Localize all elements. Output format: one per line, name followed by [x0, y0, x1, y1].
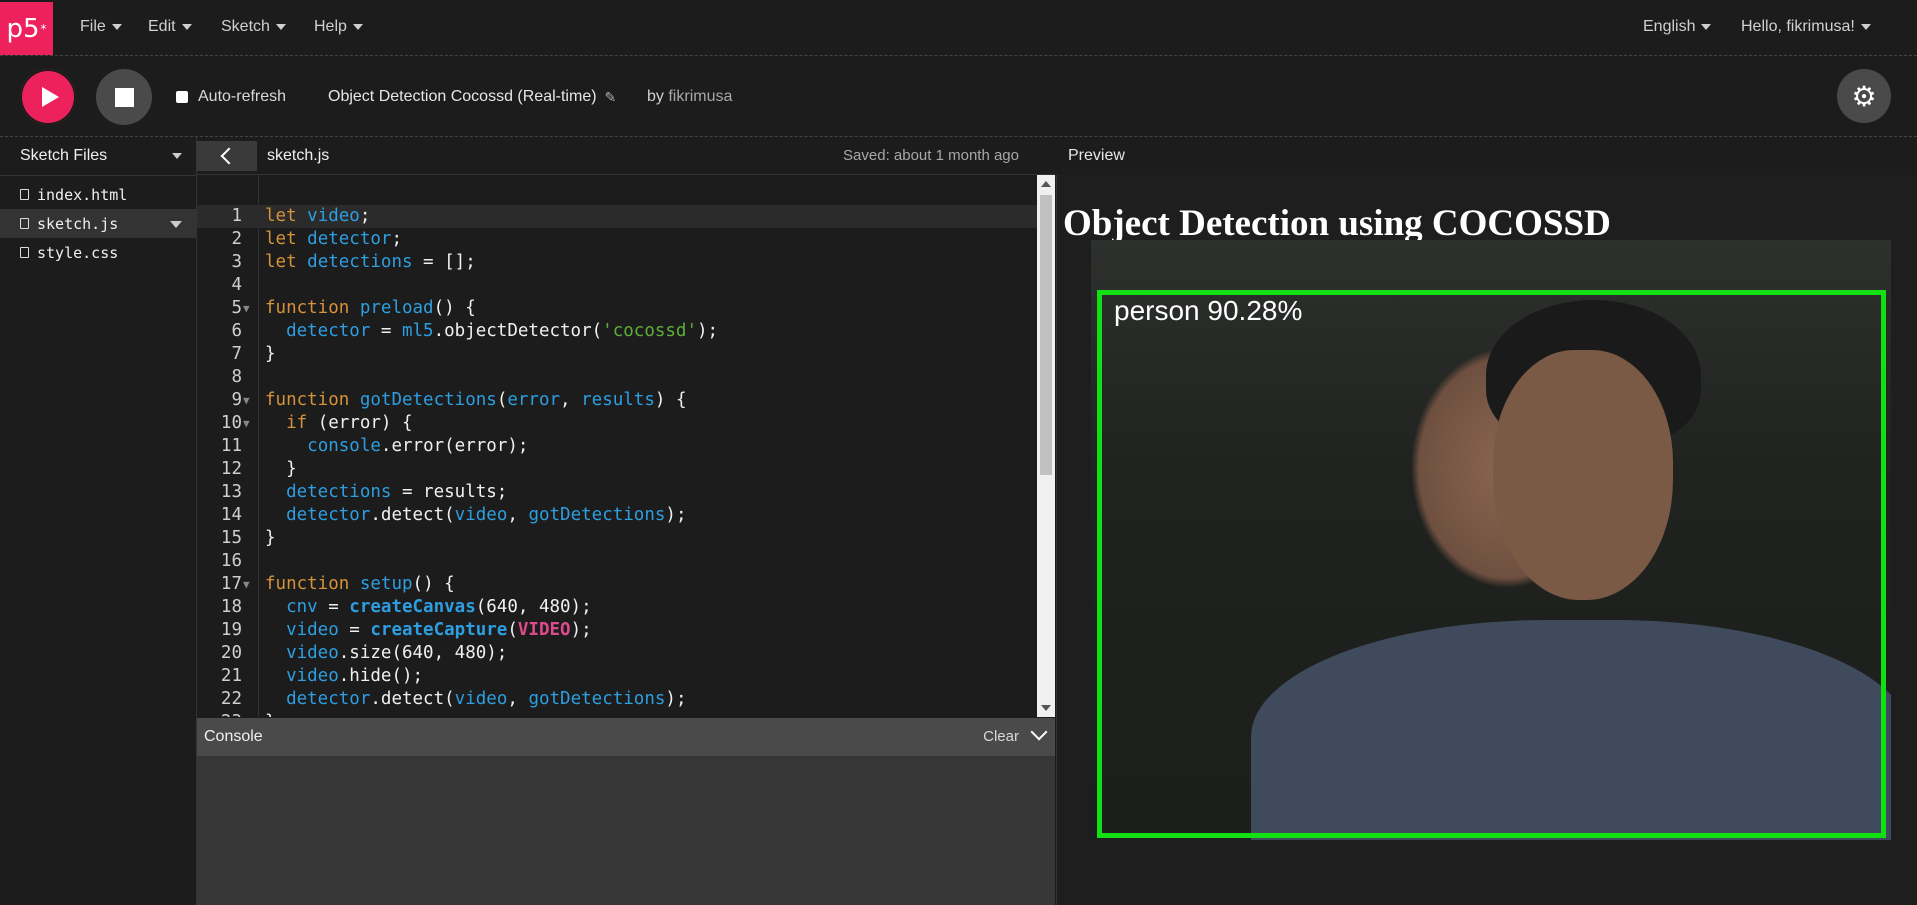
- code-line[interactable]: 5 ▼ function preload() {: [197, 297, 1037, 320]
- chevron-down-icon: [1701, 24, 1712, 30]
- auto-refresh-checkbox[interactable]: [176, 91, 188, 103]
- chevron-down-icon: [352, 24, 363, 30]
- top-nav: p5 * File Edit Sketch Help English Hello,…: [0, 0, 1917, 56]
- sketch-files-sidebar: Sketch Files index.html sketch.js style.…: [0, 137, 197, 905]
- chevron-down-icon: [111, 24, 122, 30]
- menu-file[interactable]: File: [80, 18, 122, 36]
- editor-scrollbar[interactable]: [1037, 175, 1055, 717]
- menu-help[interactable]: Help: [314, 18, 363, 36]
- by-label: by: [647, 88, 664, 105]
- author-link[interactable]: fikrimusa: [668, 88, 732, 105]
- console-clear-button[interactable]: Clear: [983, 728, 1019, 745]
- user-menu[interactable]: Hello, fikrimusa!: [1741, 18, 1871, 36]
- sketch-title[interactable]: Object Detection Cocossd (Real-time) ✎: [328, 88, 616, 106]
- code-line[interactable]: 22 detector.detect(video, gotDetections)…: [197, 688, 1037, 711]
- code-line[interactable]: 10 ▼ if (error) {: [197, 412, 1037, 435]
- preview-pane: Object Detection using COCOSSD person 90…: [1056, 175, 1917, 905]
- saved-status: Saved: about 1 month ago: [843, 147, 1019, 164]
- code-editor[interactable]: 1 let video; 2 let detector; 3 let detectio…: [197, 175, 1055, 717]
- file-icon: [20, 218, 29, 229]
- chevron-down-icon[interactable]: [172, 153, 182, 159]
- sketch-heading: Object Detection using COCOSSD: [1063, 203, 1611, 240]
- chevron-down-icon[interactable]: [1030, 723, 1048, 741]
- code-line[interactable]: 1 let video;: [197, 205, 1037, 228]
- code-line[interactable]: 2 let detector;: [197, 228, 1037, 251]
- preview-header: Preview: [1056, 137, 1917, 175]
- preview-title-label: Preview: [1068, 147, 1125, 164]
- play-icon: [42, 87, 59, 107]
- detection-label: person 90.28%: [1114, 295, 1303, 326]
- code-line[interactable]: 11 console.error(error);: [197, 435, 1037, 458]
- code-line[interactable]: 7}: [197, 343, 1037, 366]
- scroll-down-icon[interactable]: [1041, 705, 1051, 711]
- play-button[interactable]: [20, 69, 76, 125]
- code-line[interactable]: 23}: [197, 711, 1037, 717]
- sidebar-title: Sketch Files: [20, 147, 108, 164]
- chevron-left-icon: [220, 147, 238, 164]
- code-line[interactable]: 17 ▼ function setup() {: [197, 573, 1037, 596]
- sketch-title-text: Object Detection Cocossd (Real-time): [328, 88, 597, 105]
- code-line[interactable]: 15}: [197, 527, 1037, 550]
- sidebar-header[interactable]: Sketch Files: [0, 137, 196, 176]
- file-item-index-html[interactable]: index.html: [0, 180, 196, 209]
- settings-button[interactable]: ⚙: [1837, 69, 1891, 123]
- collapse-sidebar-button[interactable]: [197, 140, 257, 171]
- sketch-author: by fikrimusa: [647, 88, 732, 106]
- code-line[interactable]: 4: [197, 274, 1037, 297]
- file-item-style-css[interactable]: style.css: [0, 238, 196, 267]
- editor-file-name: sketch.js: [267, 146, 330, 164]
- menu-edit[interactable]: Edit: [148, 18, 192, 36]
- p5-logo[interactable]: p5 *: [0, 2, 53, 55]
- auto-refresh-toggle[interactable]: Auto-refresh: [176, 88, 286, 106]
- toolbar: Auto-refresh Object Detection Cocossd (R…: [0, 56, 1917, 137]
- file-icon: [20, 189, 29, 200]
- chevron-down-icon: [1860, 24, 1871, 30]
- code-line[interactable]: 18 cnv = createCanvas(640, 480);: [197, 596, 1037, 619]
- chevron-down-icon: [181, 24, 192, 30]
- file-name: index.html: [37, 185, 128, 204]
- file-name: sketch.js: [37, 214, 119, 233]
- code-line[interactable]: 19 video = createCapture(VIDEO);: [197, 619, 1037, 642]
- file-item-sketch-js[interactable]: sketch.js: [0, 209, 196, 238]
- scroll-thumb[interactable]: [1040, 195, 1052, 475]
- console-title: Console: [204, 728, 263, 745]
- code-line[interactable]: 6 detector = ml5.objectDetector('cocossd…: [197, 320, 1037, 343]
- file-name: style.css: [37, 243, 119, 262]
- menu-sketch[interactable]: Sketch: [221, 18, 286, 36]
- scroll-up-icon[interactable]: [1041, 181, 1051, 187]
- code-line[interactable]: 12 }: [197, 458, 1037, 481]
- file-options-icon[interactable]: [170, 221, 182, 228]
- stop-icon: [114, 87, 134, 107]
- language-menu[interactable]: English: [1643, 18, 1712, 36]
- editor-header: sketch.js Saved: about 1 month ago: [197, 137, 1055, 175]
- code-line[interactable]: 13 detections = results;: [197, 481, 1037, 504]
- auto-refresh-label: Auto-refresh: [198, 88, 287, 105]
- code-line[interactable]: 9 ▼ function gotDetections(error, results)…: [197, 389, 1037, 412]
- stop-button[interactable]: [96, 69, 152, 125]
- code-line[interactable]: 21 video.hide();: [197, 665, 1037, 688]
- console-header: Console Clear: [197, 718, 1055, 756]
- gear-icon: ⚙: [1851, 80, 1877, 112]
- code-line[interactable]: 16: [197, 550, 1037, 573]
- file-icon: [20, 247, 29, 258]
- code-line[interactable]: 14 detector.detect(video, gotDetections)…: [197, 504, 1037, 527]
- video-canvas[interactable]: person 90.28%: [1091, 240, 1891, 840]
- code-line[interactable]: 20 video.size(640, 480);: [197, 642, 1037, 665]
- chevron-down-icon: [275, 24, 286, 30]
- code-line[interactable]: 3 let detections = [];: [197, 251, 1037, 274]
- detection-bounding-box: person 90.28%: [1097, 290, 1886, 838]
- console-panel: Console Clear: [197, 718, 1055, 905]
- code-line[interactable]: 8: [197, 366, 1037, 389]
- pencil-icon[interactable]: ✎: [605, 89, 617, 106]
